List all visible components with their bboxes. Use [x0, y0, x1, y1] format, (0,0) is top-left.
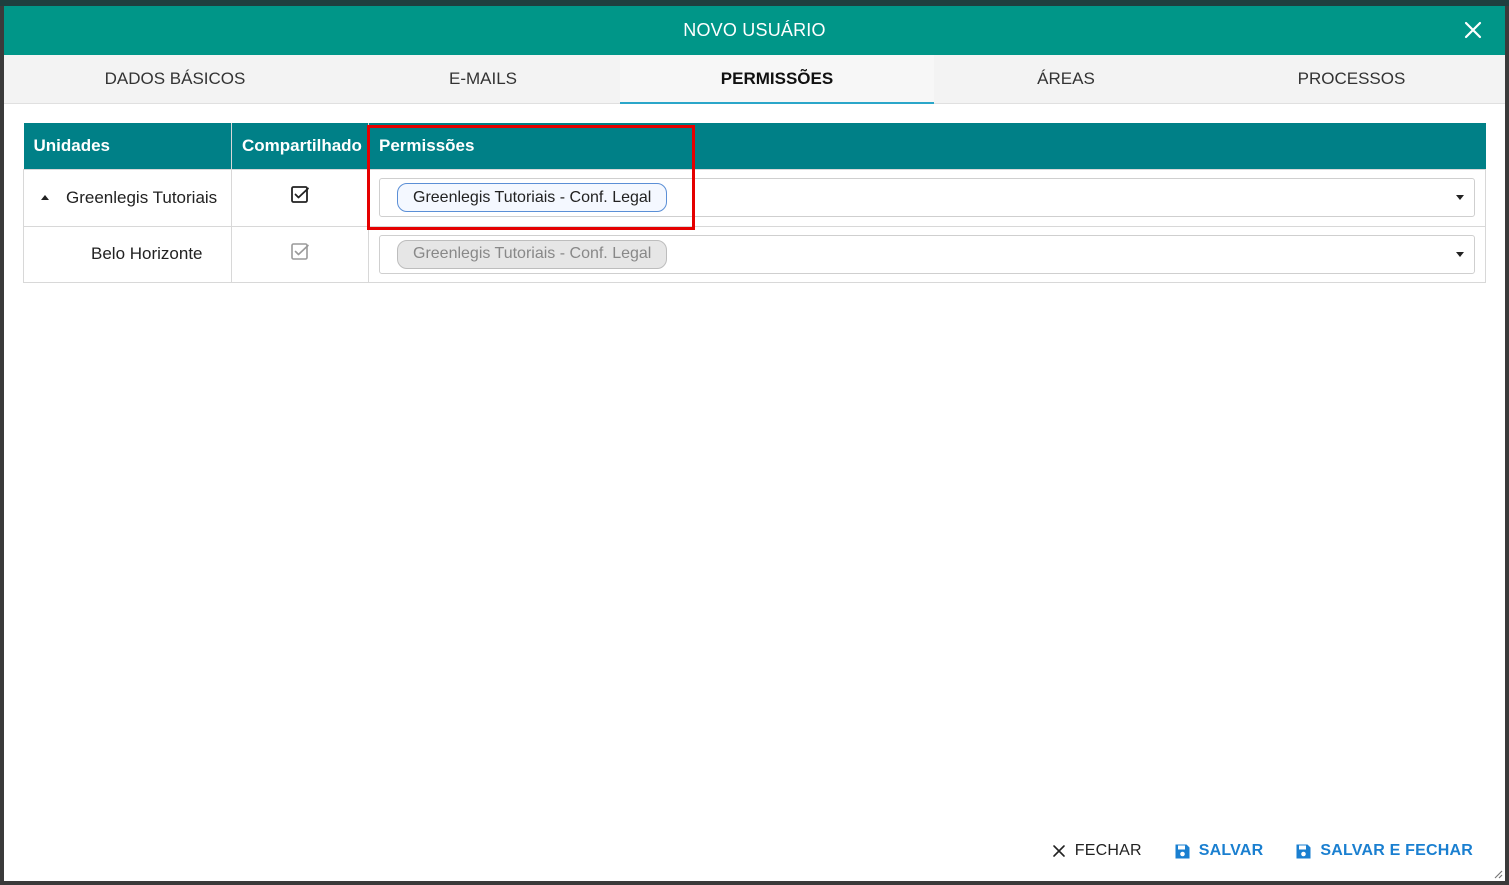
grid-header-row: Unidades Compartilhado Permissões	[23, 123, 1486, 169]
resize-grip-icon[interactable]	[1491, 867, 1503, 879]
checkbox-checked-icon[interactable]	[290, 186, 310, 209]
tab-label: PROCESSOS	[1297, 69, 1406, 88]
column-header-permissoes[interactable]: Permissões	[368, 123, 1486, 169]
tab-label: E-MAILS	[448, 69, 518, 88]
unit-cell: Greenlegis Tutoriais	[23, 168, 232, 227]
shared-cell	[231, 168, 369, 227]
column-header-compartilhado[interactable]: Compartilhado	[231, 123, 369, 169]
save-icon	[1175, 844, 1190, 858]
permission-multiselect[interactable]: Greenlegis Tutoriais - Conf. Legal	[379, 178, 1475, 217]
unit-name: Greenlegis Tutoriais	[66, 187, 218, 207]
tab-permissoes[interactable]: PERMISSÕES	[620, 55, 934, 104]
close-button[interactable]: FECHAR	[1051, 842, 1142, 860]
permissions-grid: Unidades Compartilhado Permissões Greenl…	[23, 123, 1486, 283]
save-and-close-button[interactable]: SALVAR E FECHAR	[1295, 842, 1473, 860]
tab-emails[interactable]: E-MAILS	[346, 55, 620, 103]
dialog-title: NOVO USUÁRIO	[683, 20, 826, 40]
close-button-label: FECHAR	[1074, 842, 1142, 859]
tab-bar: DADOS BÁSICOS E-MAILS PERMISSÕES ÁREAS P…	[4, 55, 1505, 104]
tab-processos[interactable]: PROCESSOS	[1198, 55, 1505, 103]
save-icon	[1296, 844, 1311, 858]
collapse-caret-icon[interactable]	[41, 195, 49, 200]
shared-cell	[231, 225, 369, 283]
dialog-titlebar: NOVO USUÁRIO	[4, 6, 1505, 55]
table-row: Greenlegis Tutoriais Greenlegis Tutoriai…	[23, 168, 1486, 227]
chevron-down-icon[interactable]	[1456, 195, 1464, 200]
new-user-dialog: NOVO USUÁRIO DADOS BÁSICOS E-MAILS PERMI…	[4, 6, 1505, 881]
unit-name: Belo Horizonte	[91, 244, 203, 263]
permission-chip[interactable]: Greenlegis Tutoriais - Conf. Legal	[397, 183, 668, 212]
tab-areas[interactable]: ÁREAS	[934, 55, 1198, 103]
close-icon[interactable]	[1461, 18, 1485, 42]
tab-label: PERMISSÕES	[720, 69, 834, 88]
dialog-footer: FECHAR SALVAR SALVAR E FECHAR	[1019, 842, 1473, 860]
checkbox-checked-disabled-icon	[290, 242, 310, 266]
table-row: Belo Horizonte Greenlegis Tutoriais - Co…	[23, 225, 1486, 283]
permission-cell: Greenlegis Tutoriais - Conf. Legal	[368, 168, 1486, 227]
close-icon	[1052, 845, 1065, 857]
permission-multiselect[interactable]: Greenlegis Tutoriais - Conf. Legal	[379, 234, 1475, 274]
save-button[interactable]: SALVAR	[1174, 842, 1264, 860]
column-header-unidades[interactable]: Unidades	[23, 123, 232, 169]
permission-cell: Greenlegis Tutoriais - Conf. Legal	[368, 225, 1486, 283]
tab-dados-basicos[interactable]: DADOS BÁSICOS	[4, 55, 346, 103]
tab-label: ÁREAS	[1037, 69, 1095, 88]
unit-cell: Belo Horizonte	[23, 225, 232, 283]
save-and-close-button-label: SALVAR E FECHAR	[1320, 842, 1473, 859]
chevron-down-icon[interactable]	[1456, 251, 1464, 257]
save-button-label: SALVAR	[1198, 842, 1264, 859]
permission-chip: Greenlegis Tutoriais - Conf. Legal	[397, 239, 668, 269]
tab-label: DADOS BÁSICOS	[104, 69, 246, 88]
